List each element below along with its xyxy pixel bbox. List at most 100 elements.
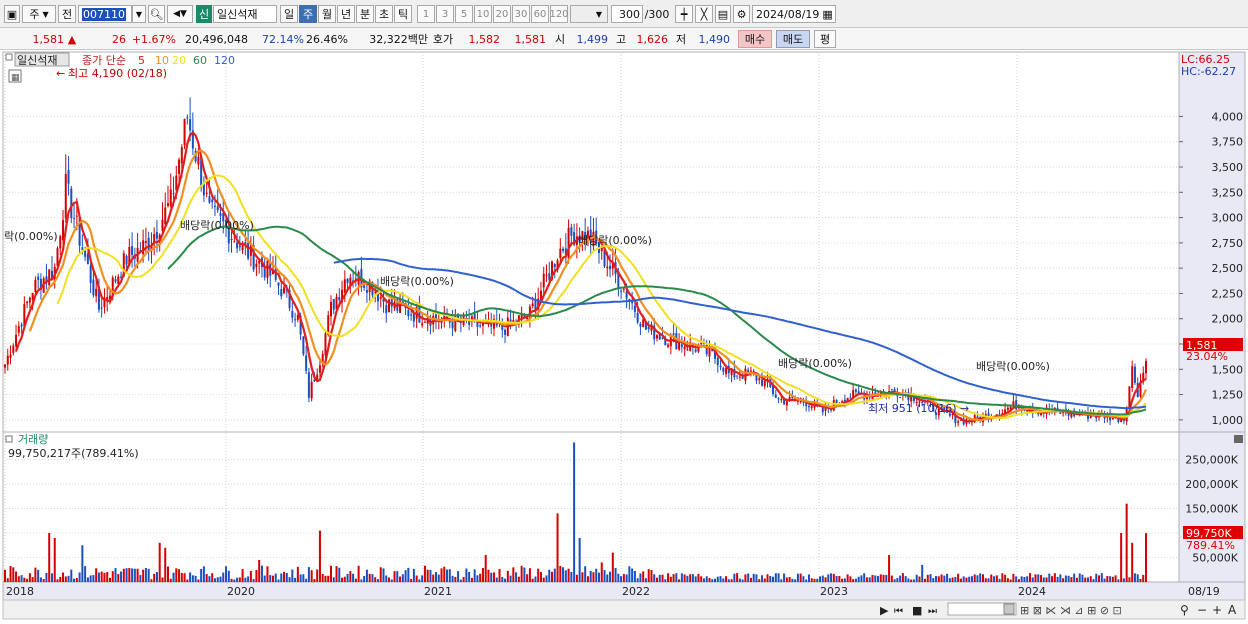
volume-bar	[716, 576, 719, 582]
volume-bar	[896, 578, 899, 582]
candle-body	[258, 261, 261, 264]
volume-bar	[114, 568, 117, 582]
scroll-right-icon[interactable]: ▶	[880, 604, 889, 617]
candle-body	[570, 227, 573, 236]
save-icon[interactable]: ▤	[715, 5, 731, 23]
speaker-icon[interactable]: ◀▼	[167, 5, 193, 23]
interval-120[interactable]: 120	[549, 5, 569, 23]
stock-code-input[interactable]: 007110	[78, 5, 132, 23]
max-arrow-icon: ←	[56, 67, 65, 80]
volume-bar	[363, 575, 366, 582]
zoom-icon[interactable]: ⚲	[1180, 603, 1189, 617]
candle-body	[131, 246, 134, 255]
tab-period-4[interactable]: 분	[356, 5, 374, 23]
candle-body	[1145, 361, 1147, 374]
date-input[interactable]: 2024/08/19 ▦	[752, 5, 836, 23]
volume-bar	[434, 572, 437, 582]
price-volume-chart[interactable]: 4,000 3,750 3,500 3,250 3,000 2,750 2,500 2,250…	[0, 50, 1248, 621]
chart-area[interactable]: 4,000 3,750 3,500 3,250 3,000 2,750 2,500 2,250…	[0, 50, 1248, 621]
ma-legend-5: 5	[138, 54, 145, 67]
interval-10[interactable]: 10	[474, 5, 492, 23]
interval-dropdown[interactable]: ▼	[570, 5, 608, 23]
interval-60[interactable]: 60	[531, 5, 549, 23]
volume-bar	[1084, 577, 1087, 582]
candle-body	[365, 289, 368, 293]
volume-bar	[321, 574, 324, 582]
tab-period-5[interactable]: 초	[375, 5, 393, 23]
average-button[interactable]: 평	[814, 30, 836, 48]
price-tick-label: 3,750	[1212, 136, 1244, 149]
toolbar-icons[interactable]: ⊞ ⊠ ⋉ ⋊ ⊿ ⊞ ⊘ ⊡	[1020, 604, 1122, 617]
volume-bar	[1042, 577, 1045, 582]
volume-bar	[117, 573, 120, 582]
volume-bar	[650, 569, 653, 582]
window-icon[interactable]: ▣	[4, 5, 20, 23]
candle-body	[719, 365, 722, 368]
price-tick-label: 2,500	[1212, 262, 1244, 275]
candle-body	[473, 313, 476, 319]
volume-bar	[244, 577, 247, 582]
price-change: 26	[112, 32, 126, 46]
fast-forward-icon[interactable]: ⏭	[928, 606, 937, 617]
volume-bar	[316, 569, 319, 582]
volume-bar	[1053, 573, 1056, 582]
volume-bar	[200, 568, 203, 582]
market-select[interactable]: 주 ▼	[22, 5, 56, 23]
rewind-icon[interactable]: ⏮	[894, 606, 903, 617]
font-size-icon[interactable]: A	[1228, 603, 1237, 617]
buy-button[interactable]: 매수	[738, 30, 772, 48]
tab-period-6[interactable]: 틱	[394, 5, 412, 23]
stock-name-field[interactable]: 일신석재	[213, 5, 277, 23]
volume-bar	[586, 576, 589, 582]
up-arrow-icon: ▲	[67, 32, 77, 46]
interval-20[interactable]: 20	[493, 5, 511, 23]
draw-tool-icon[interactable]: ╳	[695, 5, 713, 23]
interval-5[interactable]: 5	[455, 5, 473, 23]
zoom-out-icon[interactable]: −	[1197, 603, 1207, 617]
volume-bar	[526, 574, 529, 582]
prev-button[interactable]: 전	[58, 5, 76, 23]
search-icon[interactable]: 🔍︎	[148, 5, 165, 23]
volume-bar	[1142, 574, 1145, 582]
scrollbar-thumb[interactable]	[1003, 603, 1015, 615]
volume-tick-label: 200,000K	[1185, 478, 1238, 491]
count-input[interactable]: 300	[611, 5, 643, 23]
volume-bar	[191, 575, 194, 582]
candle-body	[302, 336, 305, 355]
candle-body	[255, 263, 258, 268]
candle-type-icon[interactable]: ┿	[675, 5, 693, 23]
candle-body	[125, 255, 128, 265]
volume-bar	[178, 569, 181, 582]
volume-bar	[987, 578, 990, 582]
tab-period-0[interactable]: 일	[280, 5, 298, 23]
code-dropdown-icon[interactable]: ▼	[132, 5, 146, 23]
interval-3[interactable]: 3	[436, 5, 454, 23]
tab-period-2[interactable]: 월	[318, 5, 336, 23]
volume-bar	[432, 574, 435, 582]
volume-bar	[606, 574, 609, 582]
gear-icon[interactable]: ⚙	[733, 5, 750, 23]
candle-body	[28, 297, 31, 303]
volume-bar	[686, 575, 689, 582]
volume-bar	[948, 578, 951, 582]
candle-body	[233, 241, 236, 243]
panel-close-icon[interactable]	[1234, 435, 1243, 443]
volume-bar	[730, 579, 733, 582]
calendar-icon: ▦	[822, 7, 833, 21]
tab-period-1[interactable]: 주	[299, 5, 317, 23]
sell-button[interactable]: 매도	[776, 30, 810, 48]
interval-1[interactable]: 1	[417, 5, 435, 23]
zoom-in-icon[interactable]: +	[1212, 603, 1222, 617]
ask-label: 호가	[432, 33, 454, 46]
volume-bar	[741, 579, 744, 582]
tab-period-3[interactable]: 년	[337, 5, 355, 23]
volume-bar	[111, 571, 114, 582]
interval-30[interactable]: 30	[512, 5, 530, 23]
volume-bar	[890, 575, 893, 582]
volume-bar	[542, 577, 545, 582]
ma-legend-120: 120	[214, 54, 235, 67]
stop-icon[interactable]: ■	[912, 604, 922, 617]
volume-bar	[691, 574, 694, 582]
volume-bar	[1111, 576, 1114, 582]
volume-bar	[708, 577, 711, 582]
